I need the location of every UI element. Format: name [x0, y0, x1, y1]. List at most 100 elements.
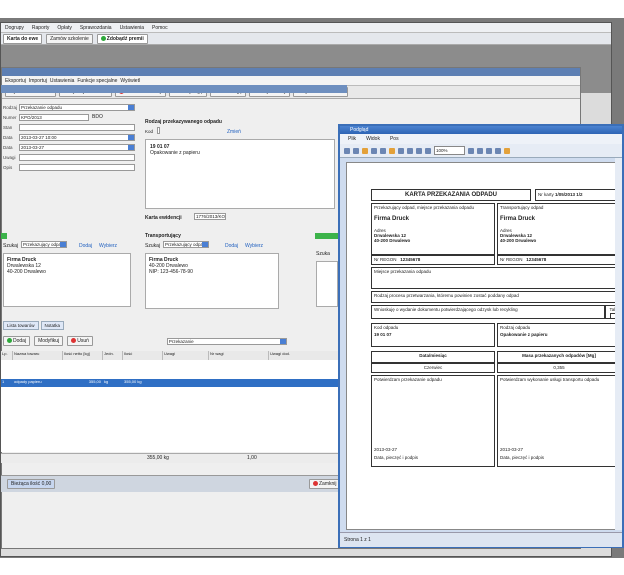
table-row[interactable]: 1 odpady papieru 355,00 kg 355,00 kg — [1, 379, 347, 387]
print-icon[interactable] — [380, 147, 386, 154]
page-layout-icon[interactable] — [468, 147, 474, 154]
datetime-picker[interactable]: 2013-03-27 10:00 — [19, 133, 135, 141]
notes-input[interactable] — [19, 153, 135, 161]
menu-item-raporty[interactable]: Raporty — [32, 25, 50, 31]
menu-eksportuj[interactable]: Eksportuj — [5, 78, 26, 84]
zoom-in-icon[interactable] — [416, 147, 422, 154]
preview-toolbar: 100% — [340, 144, 622, 158]
menu-item-dogrupy[interactable]: Dogrupy — [5, 25, 24, 31]
waste-code-box: 19 01 07 Opakowanie z papieru — [145, 139, 335, 209]
settings-icon[interactable] — [504, 147, 510, 154]
menu-item-oplaty[interactable]: Opłaty — [57, 25, 71, 31]
recycling-request-cell: Wnioskuję o wydanie dokumentu potwierdza… — [371, 305, 605, 319]
preview-menu-view[interactable]: Widok — [366, 136, 380, 142]
preview-menu-file[interactable]: Plik — [348, 136, 356, 142]
transporter-postal: 40-200 Drwalewo — [500, 238, 537, 243]
menu-item-sprawozdania[interactable]: Sprawozdania — [80, 25, 112, 31]
transporter-group: Transportujący Szukaj Przekazujący odpad… — [143, 233, 309, 313]
period-value: Czerwiec — [371, 363, 495, 373]
column-header[interactable]: Jedn. — [103, 351, 123, 360]
first-page-icon[interactable] — [344, 147, 350, 154]
mass-value: 0,355 — [497, 363, 621, 373]
menu-funkcje-specjalne[interactable]: Funkcje specjalne — [77, 78, 117, 84]
column-header[interactable]: Nr wagi — [209, 351, 269, 360]
goods-totals-row: 355,00 kg 1,00 — [1, 453, 347, 463]
state-input[interactable] — [19, 123, 135, 131]
sender-postal: 40-200 Drwalewo — [374, 238, 411, 243]
menu-item-pomoc[interactable]: Pomoc — [152, 25, 168, 31]
sender-choose-link[interactable]: Wybierz — [99, 243, 117, 249]
transporter-sign-date: 2013-03-27 — [500, 447, 524, 452]
sender-add-link[interactable]: Dodaj — [79, 243, 92, 249]
menu-item-ustawienia[interactable]: Ustawienia — [120, 25, 144, 31]
period-header: Data/miesiąc — [371, 351, 495, 363]
type-select[interactable]: Przekazanie odpadu — [19, 103, 135, 111]
column-header[interactable]: Ilość netto [kg] — [63, 351, 103, 360]
tab-zamow-szkolenie[interactable]: Zamów szkolenie — [46, 33, 93, 44]
form-label: Opis — [3, 164, 13, 170]
search-icon[interactable] — [407, 147, 413, 154]
transporter-regon: 12345678 — [526, 257, 547, 262]
preview-scrollbar[interactable] — [615, 158, 622, 530]
delete-item-button[interactable]: Usuń — [67, 336, 93, 346]
add-item-button[interactable]: Dodaj — [3, 336, 31, 346]
card-register-input[interactable]: 1776/2013/KO — [194, 213, 227, 220]
transporter-firm: Firma Druck — [500, 216, 536, 222]
column-header[interactable]: Uwagi dod. — [269, 351, 347, 360]
sender-group: Szukaj Przekazujący odpady Dodaj Wybierz… — [1, 241, 137, 311]
modify-item-button[interactable]: Modyfikuj — [34, 336, 64, 346]
copy-icon[interactable] — [398, 147, 404, 154]
description-input[interactable] — [19, 163, 135, 171]
change-waste-link[interactable]: Zmień — [227, 129, 241, 135]
column-header[interactable]: Ilość — [123, 351, 163, 360]
transporter-select[interactable]: Przekazujący odpady — [163, 241, 209, 248]
transporter-cell: Transportujący odpad Firma Druck Adres D… — [497, 203, 621, 255]
table-cell — [163, 379, 209, 387]
tab-goods-list[interactable]: Lista towarów — [3, 321, 39, 330]
waste-code-value: 19 01 07 — [150, 144, 170, 150]
number-input[interactable]: KPO/2013 — [19, 113, 89, 121]
column-header[interactable]: Uwagi — [163, 351, 209, 360]
waste-code-input[interactable] — [157, 127, 160, 134]
waste-type-group: Rodzaj przekazywanego odpadu Kod Zmień 1… — [143, 119, 339, 229]
tab-zdobadz-premii[interactable]: Zdobądź premii — [96, 33, 148, 44]
menu-ustawienia-inner[interactable]: Ustawienia — [50, 78, 74, 84]
tab-karta[interactable]: Karta do ewe — [3, 33, 43, 44]
fit-icon[interactable] — [477, 147, 483, 154]
form-row-uwagi: Uwagi — [3, 153, 135, 161]
page-indicator: Strona 1 z 1 — [344, 537, 371, 543]
sender-details-box: Firma Druck Drwalewska 12 40-200 Drwalew… — [3, 253, 131, 307]
prev-page-icon[interactable] — [353, 147, 359, 154]
sender-regon: 12345678 — [400, 257, 421, 262]
table-cell: kg — [104, 379, 109, 384]
sender-city: 40-200 Drwalewo — [7, 269, 46, 275]
export-icon[interactable] — [389, 147, 395, 154]
column-header[interactable]: Lp. — [1, 351, 13, 360]
zoom-out-icon[interactable] — [425, 147, 431, 154]
save-icon[interactable] — [371, 147, 377, 154]
preview-menu-help[interactable]: Pos — [390, 136, 399, 142]
transporter-sign-label: Data, pieczęć i podpis — [500, 455, 545, 460]
date-picker[interactable]: 2013-03-27 — [19, 143, 135, 151]
current-quantity-button[interactable]: Bieżąca ilość 0,00 — [7, 479, 56, 489]
form-label: Stan — [3, 124, 13, 130]
zoom-select[interactable]: 100% — [434, 146, 465, 155]
transporter-cell-heading: Transportujący odpad — [500, 205, 544, 210]
receiver-details-box — [316, 261, 338, 307]
form-row-data2: Data 2013-03-27 — [3, 143, 135, 151]
close-dialog-button[interactable]: Zamknij — [309, 479, 341, 489]
next-page-icon[interactable] — [486, 147, 492, 154]
transporter-add-link[interactable]: Dodaj — [225, 243, 238, 249]
sender-select[interactable]: Przekazujący odpady — [21, 241, 67, 248]
menu-wyswietl[interactable]: Wyświetl — [120, 78, 140, 84]
form-label: Uwagi — [3, 154, 16, 160]
last-page-icon[interactable] — [495, 147, 501, 154]
open-icon[interactable] — [362, 147, 368, 154]
waste-type-cell: Rodzaj odpadu Opakowanie z papieru — [497, 323, 621, 347]
column-header[interactable]: Nazwa towaru — [13, 351, 63, 360]
tab-notes[interactable]: Notatka — [40, 321, 65, 330]
menu-importuj[interactable]: Importuj — [29, 78, 47, 84]
goods-filter-select[interactable]: Przekazanie — [166, 337, 287, 345]
transporter-choose-link[interactable]: Wybierz — [245, 243, 263, 249]
print-preview-window: Podgląd Plik Widok Pos 100% KARTA PRZEKA… — [338, 124, 624, 548]
